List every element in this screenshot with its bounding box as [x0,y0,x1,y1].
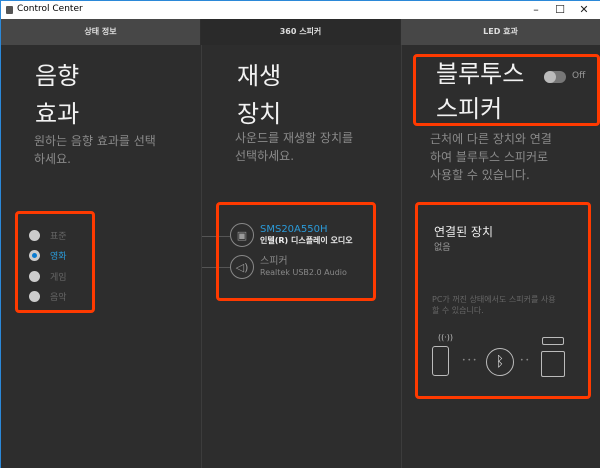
note: PC가 꺼진 상태에서도 스피커를 사용 [432,295,556,304]
radio-movie[interactable]: 영화 [29,249,67,262]
panel-title-2: 스피커 [436,95,503,123]
sound-effects-panel: 음향 효과 원하는 음향 효과를 선택 하세요. 표준 영화 게임 음악 [1,45,201,468]
bluetooth-toggle[interactable] [544,71,566,83]
bluetooth-icon: ᛒ [486,348,514,376]
toggle-label: Off [572,71,586,81]
tab-status[interactable]: 상태 정보 [1,19,201,45]
panel-desc: 근처에 다른 장치와 연결 [430,132,552,146]
device-name: 스피커 [260,256,288,267]
panel-title: 블루투스 [436,60,525,88]
connected-value: 없음 [434,243,451,253]
device-item-sms20a550h[interactable]: ▣ SMS20A550H 인텔(R) 디스플레이 오디오 [230,223,353,247]
device-sub: 인텔(R) 디스플레이 오디오 [260,236,353,245]
highlight-box [216,202,376,301]
maximize-button[interactable]: ☐ [550,3,570,16]
device-sub: Realtek USB2.0 Audio [260,268,347,277]
panel-desc-2: 하세요. [34,152,71,166]
connected-title: 연결된 장치 [434,225,494,239]
radio-music[interactable]: 음악 [29,290,67,303]
radio-label: 음악 [50,293,67,303]
panel-title-2: 장치 [237,100,282,128]
radio-circle [29,271,40,282]
radio-game[interactable]: 게임 [29,270,67,283]
minimize-button[interactable]: – [526,3,546,16]
panel-title: 재생 [237,62,282,90]
tab-led-effect[interactable]: LED 효과 [401,19,600,45]
panel-desc-2: 하여 블루투스 스피커로 [430,150,549,164]
radio-label: 표준 [50,232,67,242]
panel-desc: 원하는 음향 효과를 선택 [34,134,156,148]
phone-icon [432,346,449,376]
playback-panel: 재생 장치 사운드를 재생할 장치를 선택하세요. ▣ SMS20A550H 인텔… [201,45,401,468]
wifi-icon: ((·)) [438,333,454,342]
panel-desc-3: 사용할 수 있습니다. [430,168,530,182]
volume-icon: ◁) [230,255,254,279]
radio-circle [29,291,40,302]
panel-desc: 사운드를 재생할 장치를 [235,131,354,145]
tab-360-speaker[interactable]: 360 스피커 [201,19,401,45]
dots: • • [520,357,529,364]
speaker-top-icon [542,337,564,345]
app-icon [6,6,13,14]
radio-circle [29,250,40,261]
close-button[interactable]: ✕ [574,3,594,16]
app-window: Control Center – ☐ ✕ 상태 정보 360 스피커 LED 효… [0,0,600,468]
speaker-icon [541,351,565,377]
bluetooth-panel: 블루투스 스피커 Off 근처에 다른 장치와 연결 하여 블루투스 스피커로 … [401,45,600,468]
dots: • • • [462,357,477,364]
window-title: Control Center [17,4,83,14]
radio-label: 게임 [50,273,67,283]
panel-desc-2: 선택하세요. [235,149,295,163]
radio-label: 영화 [50,252,67,262]
panel-title: 음향 [35,62,80,90]
radio-standard[interactable]: 표준 [29,229,67,242]
panel-title-2: 효과 [35,100,80,128]
title-bar: Control Center – ☐ ✕ [1,0,600,19]
device-name: SMS20A550H [260,224,328,235]
note-2: 할 수 있습니다. [432,306,484,315]
device-item-speaker[interactable]: ◁) 스피커 Realtek USB2.0 Audio [230,255,347,279]
tab-bar: 상태 정보 360 스피커 LED 효과 [1,19,600,45]
radio-circle [29,230,40,241]
speaker-box-icon: ▣ [230,223,254,247]
